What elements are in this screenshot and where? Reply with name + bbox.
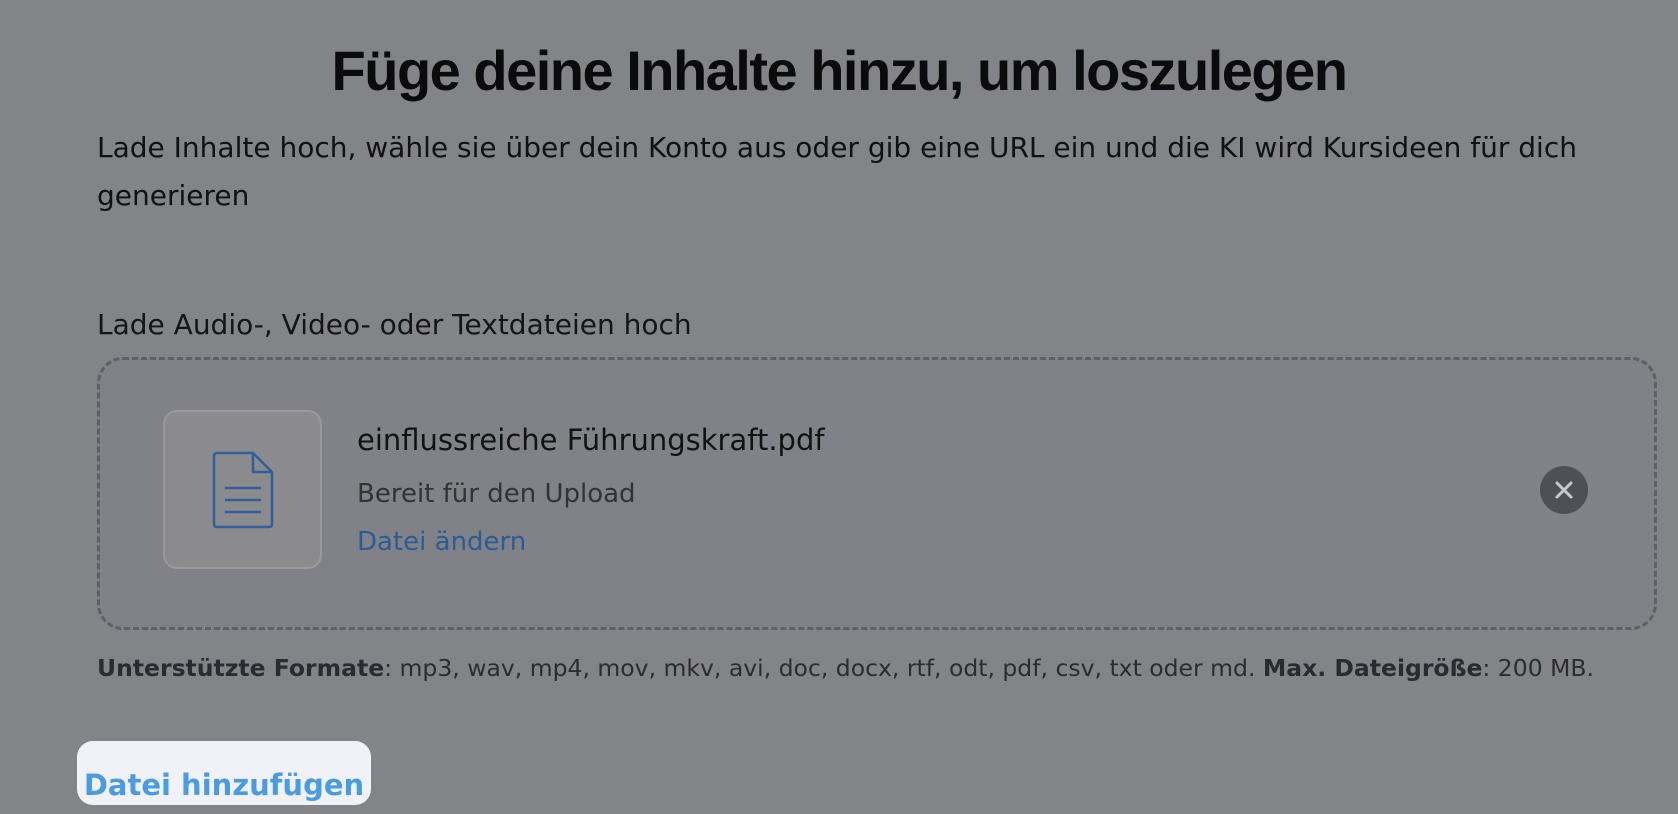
file-name: einflussreiche Führungskraft.pdf (357, 423, 825, 457)
page-subtitle: Lade Inhalte hoch, wähle sie über dein K… (97, 131, 1577, 212)
close-icon (1555, 481, 1573, 499)
file-dropzone[interactable]: einflussreiche Führungskraft.pdf Bereit … (97, 357, 1657, 630)
add-file-button[interactable]: Datei hinzufügen (77, 741, 371, 805)
file-thumbnail (163, 410, 322, 569)
upload-section-label: Lade Audio-, Video- oder Textdateien hoc… (97, 308, 692, 341)
change-file-link[interactable]: Datei ändern (357, 524, 526, 560)
supported-formats-note: Unterstützte Formate: mp3, wav, mp4, mov… (97, 650, 1594, 686)
max-size-value: : 200 MB. (1482, 654, 1594, 682)
document-icon (212, 451, 274, 529)
max-size-label: Max. Dateigröße (1262, 654, 1483, 682)
page-title: Füge deine Inhalte hinzu, um loszulegen (331, 39, 1348, 102)
formats-list: : mp3, wav, mp4, mov, mkv, avi, doc, doc… (384, 654, 1256, 682)
remove-file-button[interactable] (1540, 466, 1588, 514)
formats-label: Unterstützte Formate (97, 654, 385, 682)
file-status: Bereit für den Upload (357, 479, 636, 509)
